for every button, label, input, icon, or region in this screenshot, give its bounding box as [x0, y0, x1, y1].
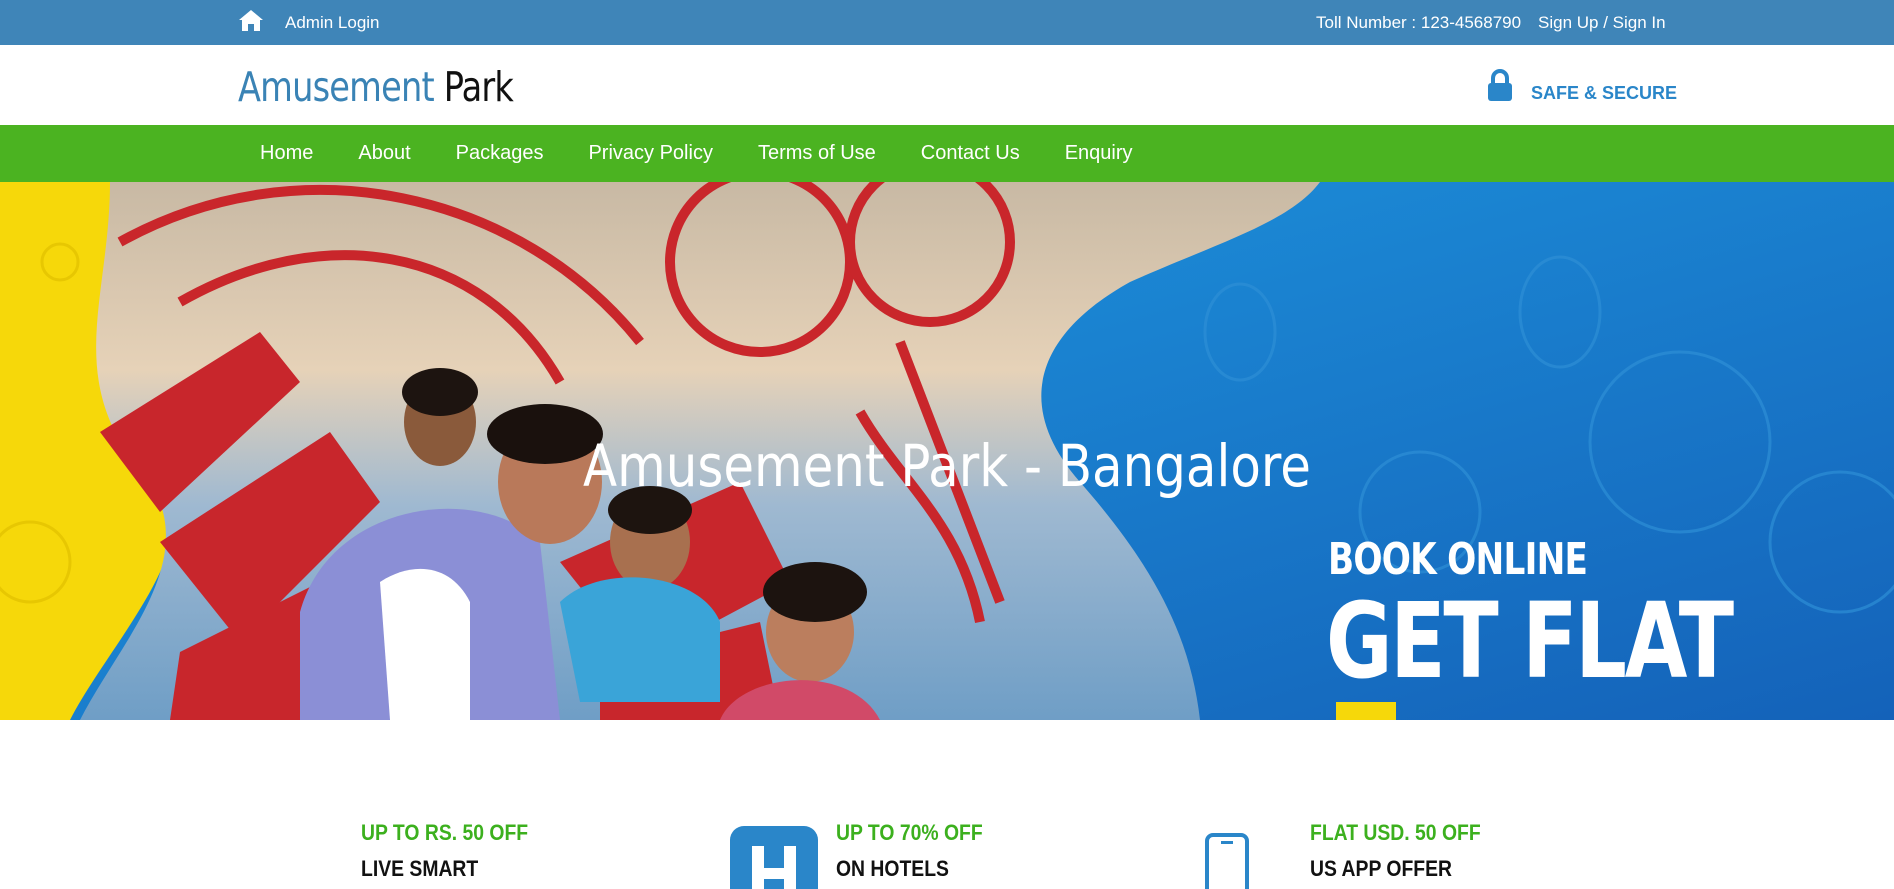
- site-header: Amusement Park SAFE & SECURE: [0, 45, 1894, 125]
- offer-discount: UP TO 70% OFF: [836, 820, 983, 845]
- offer-discount: FLAT USD. 50 OFF: [1310, 820, 1481, 845]
- site-logo[interactable]: Amusement Park: [238, 63, 514, 111]
- nav-item-enquiry[interactable]: Enquiry: [1065, 125, 1133, 182]
- safe-secure-text: SAFE & SECURE: [1531, 83, 1678, 103]
- offer-label: ON HOTELS: [836, 856, 949, 881]
- nav-item-terms-of-use[interactable]: Terms of Use: [758, 125, 876, 182]
- nav-item-home[interactable]: Home: [260, 125, 313, 182]
- sign-up-sign-in-link[interactable]: Sign Up / Sign In: [1538, 13, 1666, 33]
- toll-number: Toll Number : 123-4568790: [1316, 13, 1522, 32]
- logo-text-primary: Amusement: [238, 63, 435, 111]
- hero-title: Amusement Park - Bangalore: [583, 432, 1311, 500]
- nav-item-privacy-policy[interactable]: Privacy Policy: [588, 125, 712, 182]
- hero-banner: Amusement Park - Bangalore BOOK ONLINE G…: [0, 182, 1894, 720]
- offer-label: LIVE SMART: [361, 856, 479, 881]
- logo-text-secondary: Park: [443, 63, 514, 111]
- hotel-icon: [730, 826, 818, 889]
- promo-get-flat: GET FLAT: [1326, 580, 1734, 702]
- home-icon[interactable]: [238, 8, 264, 32]
- top-bar: Admin Login Toll Number : 123-4568790 Si…: [0, 0, 1894, 45]
- offer-item[interactable]: FLAT USD. 50 OFF US APP OFFER: [1310, 820, 1504, 882]
- offers-section: UP TO RS. 50 OFF LIVE SMART UP TO 70% OF…: [0, 720, 1894, 889]
- main-nav: Home About Packages Privacy Policy Terms…: [0, 125, 1894, 182]
- nav-item-packages[interactable]: Packages: [456, 125, 544, 182]
- mobile-icon: [1205, 833, 1249, 889]
- nav-item-contact-us[interactable]: Contact Us: [921, 125, 1020, 182]
- promo-book-online: BOOK ONLINE: [1328, 534, 1588, 585]
- nav-item-about[interactable]: About: [358, 125, 410, 182]
- offer-item[interactable]: UP TO RS. 50 OFF LIVE SMART: [361, 820, 551, 882]
- offer-discount: UP TO RS. 50 OFF: [361, 820, 529, 845]
- offer-label: US APP OFFER: [1310, 856, 1452, 881]
- lock-icon: [1488, 69, 1512, 101]
- admin-login-link[interactable]: Admin Login: [285, 13, 380, 33]
- offer-item[interactable]: UP TO 70% OFF ON HOTELS: [836, 820, 1003, 882]
